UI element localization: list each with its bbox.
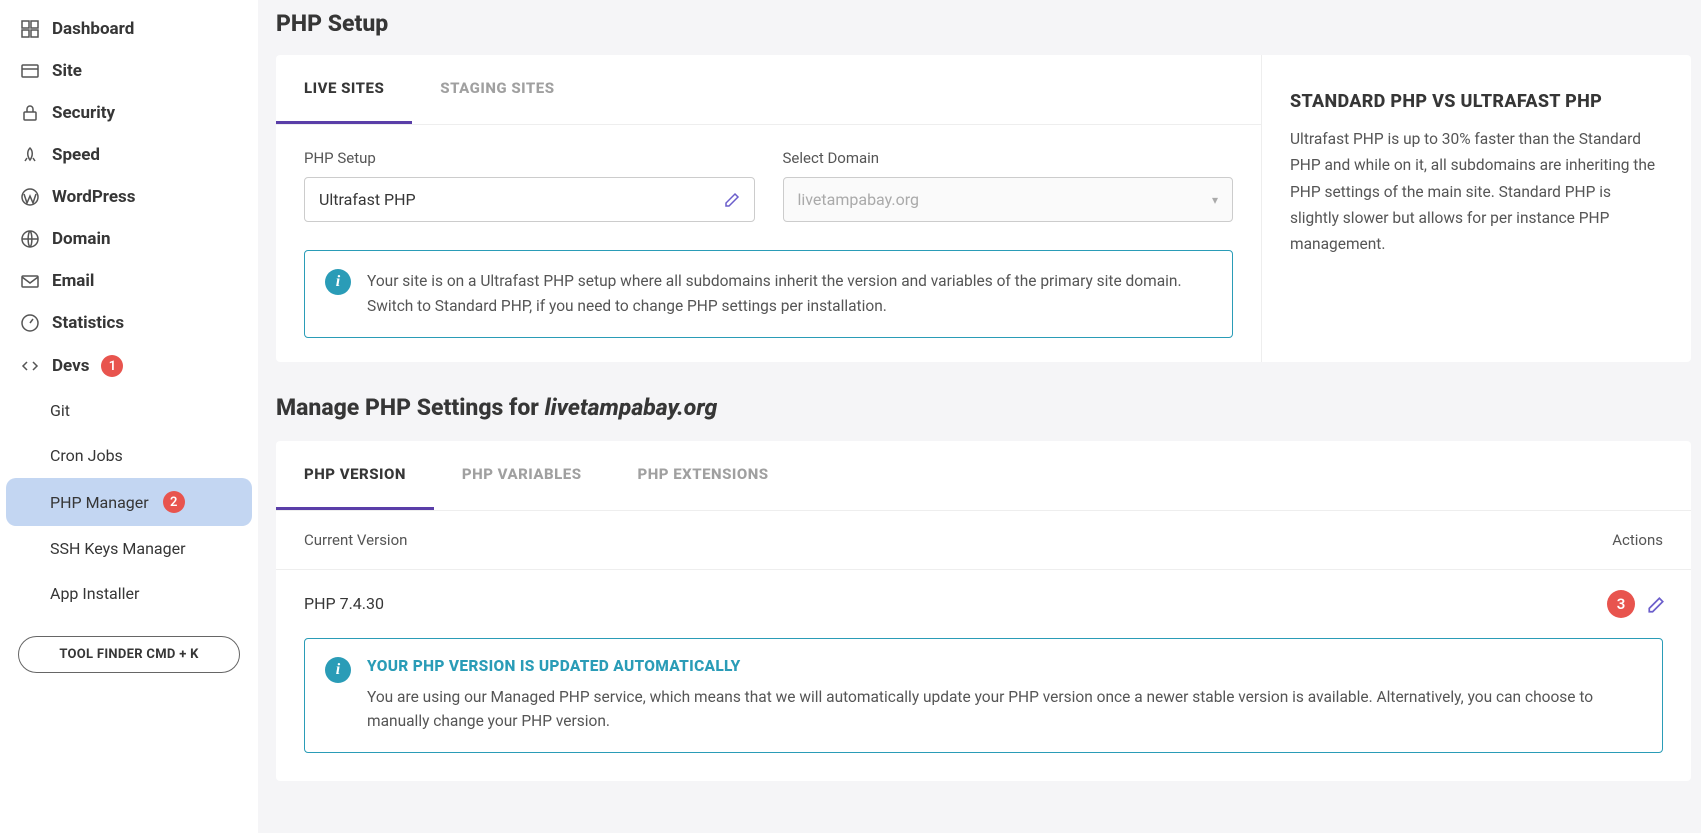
info-title: YOUR PHP VERSION IS UPDATED AUTOMATICALL…	[367, 657, 1642, 675]
sidebar-subitem-label: PHP Manager	[50, 493, 149, 512]
field-label: PHP Setup	[304, 149, 755, 167]
info-icon: i	[325, 269, 351, 295]
main-content: PHP Setup LIVE SITES STAGING SITES PHP S…	[258, 0, 1701, 833]
php-setup-field: PHP Setup Ultrafast PHP	[304, 149, 755, 222]
tool-finder-button[interactable]: TOOL FINDER CMD + K	[18, 636, 240, 673]
sidebar-item-label: Dashboard	[52, 19, 134, 39]
sidebar-subitem-label: Cron Jobs	[50, 446, 123, 465]
sidebar-item-label: Domain	[52, 229, 111, 249]
step-badge: 3	[1607, 590, 1635, 618]
info-text: You are using our Managed PHP service, w…	[367, 685, 1642, 735]
sidebar: Dashboard Site Security Speed WordPress …	[0, 0, 258, 833]
col-actions: Actions	[1612, 531, 1663, 549]
mail-icon	[20, 271, 40, 291]
manage-card: PHP VERSION PHP VARIABLES PHP EXTENSIONS…	[276, 441, 1691, 782]
sidebar-subitem-git[interactable]: Git	[6, 388, 252, 433]
sidebar-item-wordpress[interactable]: WordPress	[0, 176, 258, 218]
tab-php-version[interactable]: PHP VERSION	[276, 441, 434, 510]
table-row: PHP 7.4.30 3	[276, 570, 1691, 638]
setup-tabs: LIVE SITES STAGING SITES	[276, 55, 1261, 125]
sidebar-item-dashboard[interactable]: Dashboard	[0, 8, 258, 50]
sidebar-item-label: Email	[52, 271, 94, 291]
dashboard-icon	[20, 19, 40, 39]
code-icon	[20, 356, 40, 376]
sidebar-item-label: WordPress	[52, 187, 136, 207]
sidebar-item-label: Security	[52, 103, 115, 123]
tab-php-extensions[interactable]: PHP EXTENSIONS	[610, 441, 797, 510]
lock-icon	[20, 103, 40, 123]
page-title: PHP Setup	[276, 10, 1691, 37]
sidebar-subitem-app-installer[interactable]: App Installer	[6, 571, 252, 616]
tab-php-variables[interactable]: PHP VARIABLES	[434, 441, 610, 510]
tab-live-sites[interactable]: LIVE SITES	[276, 55, 412, 124]
edit-icon[interactable]	[724, 192, 740, 208]
table-header: Current Version Actions	[276, 511, 1691, 570]
globe-icon	[20, 229, 40, 249]
manage-title: Manage PHP Settings for livetampabay.org	[276, 394, 1691, 421]
step-badge: 2	[163, 491, 185, 513]
sidebar-subitem-cron[interactable]: Cron Jobs	[6, 433, 252, 478]
sidebar-item-site[interactable]: Site	[0, 50, 258, 92]
php-setup-input[interactable]: Ultrafast PHP	[304, 177, 755, 222]
step-badge: 1	[101, 355, 123, 377]
sidebar-subitem-php-manager[interactable]: PHP Manager 2	[6, 478, 252, 526]
sidebar-subitem-ssh[interactable]: SSH Keys Manager	[6, 526, 252, 571]
sidebar-item-domain[interactable]: Domain	[0, 218, 258, 260]
aside-title: STANDARD PHP VS ULTRAFAST PHP	[1290, 91, 1663, 112]
site-icon	[20, 61, 40, 81]
tab-staging-sites[interactable]: STAGING SITES	[412, 55, 582, 124]
sidebar-item-label: Site	[52, 61, 82, 81]
wordpress-icon	[20, 187, 40, 207]
aside-text: Ultrafast PHP is up to 30% faster than t…	[1290, 126, 1663, 258]
sidebar-item-devs[interactable]: Devs 1	[0, 344, 258, 388]
chevron-down-icon: ▾	[1212, 193, 1218, 207]
sidebar-item-statistics[interactable]: Statistics	[0, 302, 258, 344]
info-callout-auto-update: i YOUR PHP VERSION IS UPDATED AUTOMATICA…	[304, 638, 1663, 754]
sidebar-item-security[interactable]: Security	[0, 92, 258, 134]
aside-card: STANDARD PHP VS ULTRAFAST PHP Ultrafast …	[1261, 55, 1691, 362]
php-setup-card: LIVE SITES STAGING SITES PHP Setup Ultra…	[276, 55, 1261, 362]
select-domain-input[interactable]: livetampabay.org ▾	[783, 177, 1234, 222]
sidebar-item-label: Speed	[52, 145, 100, 165]
info-text: Your site is on a Ultrafast PHP setup wh…	[367, 269, 1212, 319]
rocket-icon	[20, 145, 40, 165]
sidebar-subitem-label: App Installer	[50, 584, 139, 603]
manage-tabs: PHP VERSION PHP VARIABLES PHP EXTENSIONS	[276, 441, 1691, 511]
info-icon: i	[325, 657, 351, 683]
sidebar-subitem-label: Git	[50, 401, 70, 420]
sidebar-item-speed[interactable]: Speed	[0, 134, 258, 176]
edit-version-icon[interactable]	[1647, 596, 1663, 612]
sidebar-item-email[interactable]: Email	[0, 260, 258, 302]
sidebar-item-label: Statistics	[52, 313, 124, 333]
php-version-value: PHP 7.4.30	[304, 594, 384, 613]
sidebar-subitem-label: SSH Keys Manager	[50, 539, 186, 558]
info-callout: i Your site is on a Ultrafast PHP setup …	[304, 250, 1233, 338]
sidebar-item-label: Devs	[52, 356, 89, 376]
field-label: Select Domain	[783, 149, 1234, 167]
gauge-icon	[20, 313, 40, 333]
select-domain-field: Select Domain livetampabay.org ▾	[783, 149, 1234, 222]
col-current-version: Current Version	[304, 531, 407, 549]
